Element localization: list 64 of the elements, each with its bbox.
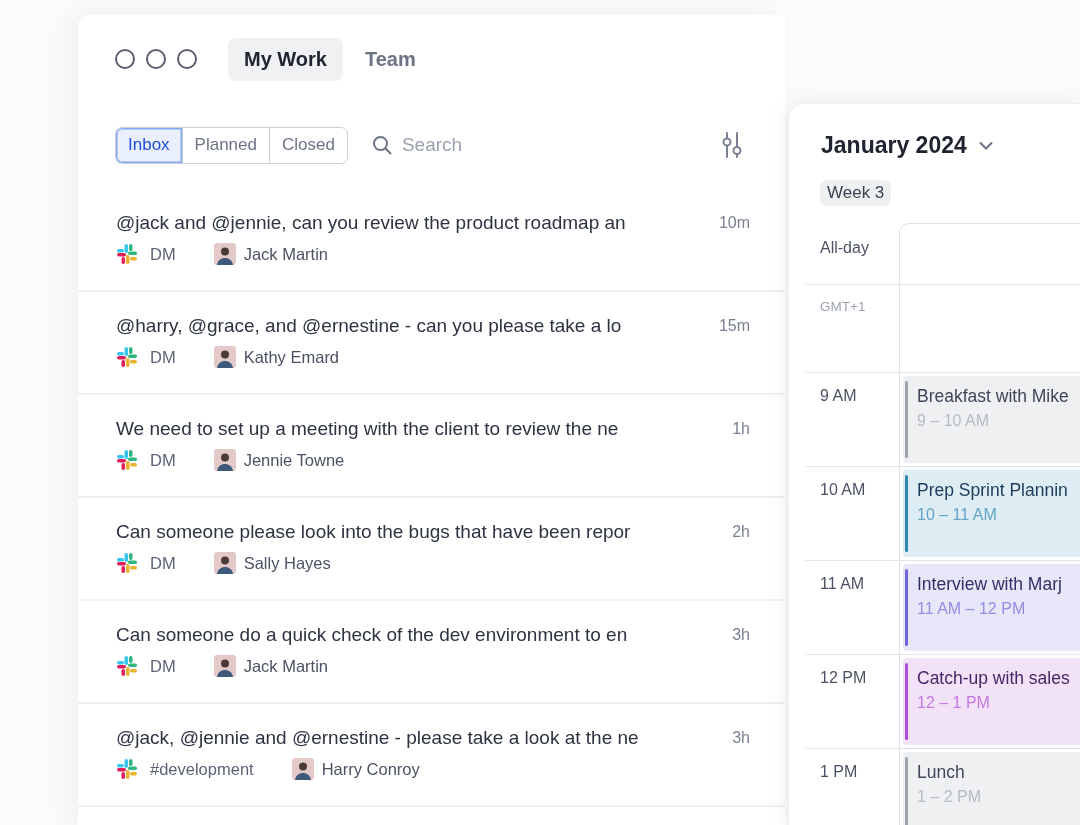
message-time: 15m — [718, 317, 750, 335]
hour-label: 10 AM — [805, 467, 899, 561]
message-time: 10m — [718, 214, 750, 232]
message-time: 3h — [732, 729, 750, 747]
channel-label: DM — [150, 347, 176, 367]
author-name: Jennie Towne — [243, 450, 345, 470]
search-icon — [371, 135, 392, 155]
avatar-icon — [291, 758, 314, 780]
message-time: 2h — [732, 523, 750, 541]
event-card[interactable]: Breakfast with Mike 9 – 10 AM — [903, 376, 1080, 463]
filter-tab[interactable]: Planned — [181, 127, 269, 163]
pinwheel-icon — [116, 758, 138, 780]
week-label: Week 3 — [820, 180, 892, 206]
pinwheel-icon — [116, 243, 138, 265]
pinwheel-icon — [116, 552, 138, 574]
all-day-cell[interactable] — [899, 223, 1080, 285]
author-name: Jack Martin — [243, 656, 329, 676]
filter-tab[interactable]: Inbox — [116, 127, 182, 163]
window-control[interactable] — [177, 49, 197, 69]
search-field[interactable]: Search — [399, 133, 564, 157]
event-card[interactable]: Interview with Marj 11 AM – 12 PM — [903, 564, 1080, 651]
author-name: Sally Hayes — [243, 553, 331, 573]
hour-label: 1 PM — [805, 749, 899, 825]
channel-label: #development — [150, 759, 254, 779]
chevron-down-icon[interactable] — [978, 140, 993, 151]
author-name: Kathy Emard — [243, 347, 340, 367]
avatar-icon — [213, 449, 236, 471]
channel-label: DM — [150, 450, 176, 470]
avatar-icon — [213, 552, 236, 574]
channel-label: DM — [150, 553, 176, 573]
pinwheel-icon — [116, 346, 138, 368]
message-text: We need to set up a meeting with the client to review the ne — [116, 417, 619, 441]
message-text: @jack and @jennie, can you review the product roadmap an — [116, 211, 626, 235]
channel-label: DM — [150, 244, 176, 264]
event-card[interactable]: Catch-up with sales 12 – 1 PM — [903, 658, 1080, 745]
author-name: Harry Conroy — [321, 759, 420, 779]
tab[interactable]: My Work — [228, 37, 343, 81]
message-text: @harry, @grace, and @ernestine - can you please take a lo — [116, 314, 622, 338]
author-name: Jack Martin — [243, 244, 329, 264]
time-slot-cell[interactable] — [899, 285, 1080, 373]
window-control[interactable] — [115, 49, 135, 69]
sliders-icon[interactable] — [722, 131, 742, 159]
message-time: 1h — [732, 420, 750, 438]
avatar-icon — [213, 346, 236, 368]
pinwheel-icon — [116, 449, 138, 471]
hour-label: 9 AM — [805, 373, 899, 467]
all-day-label: All-day — [805, 223, 899, 285]
channel-label: DM — [150, 656, 176, 676]
message-time: 3h — [732, 626, 750, 644]
pinwheel-icon — [116, 655, 138, 677]
filter-tab[interactable]: Closed — [269, 127, 347, 163]
message-text: Can someone please look into the bugs that have been repor — [116, 520, 631, 544]
event-card[interactable]: Prep Sprint Plannin 10 – 11 AM — [903, 470, 1080, 557]
month-title: January 2024 — [821, 132, 967, 159]
hour-label: 12 PM — [805, 655, 899, 749]
message-text: Can someone do a quick check of the dev environment to en — [116, 623, 628, 647]
avatar-icon — [213, 655, 236, 677]
event-card[interactable]: Lunch 1 – 2 PM — [903, 752, 1080, 825]
avatar-icon — [213, 243, 236, 265]
hour-label: 11 AM — [805, 561, 899, 655]
timezone-label: GMT+1 — [805, 285, 899, 373]
window-control[interactable] — [146, 49, 166, 69]
message-text: @jack, @jennie and @ernestine - please take a look at the ne — [116, 726, 639, 750]
tab[interactable]: Team — [349, 37, 432, 81]
